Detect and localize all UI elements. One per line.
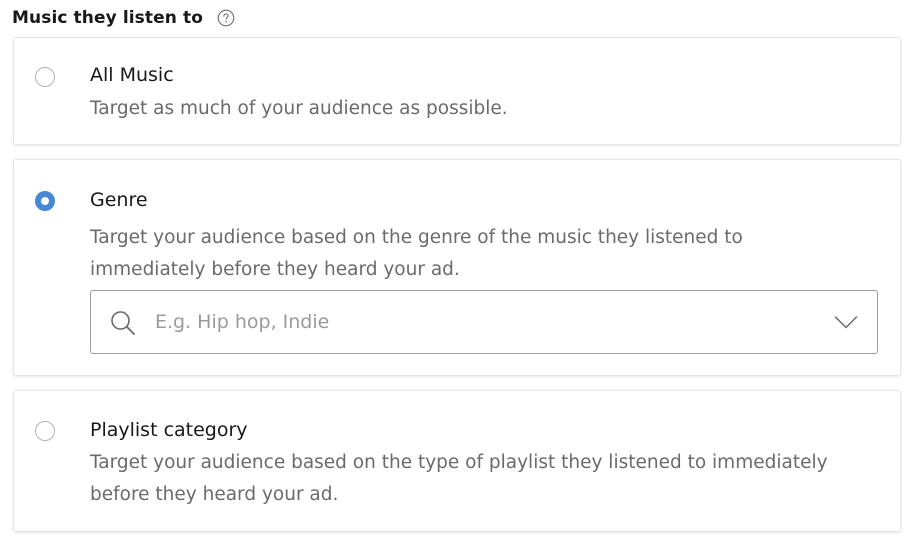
option-card-all-music[interactable]: All Music Target as much of your audienc… bbox=[13, 37, 901, 145]
description-line: immediately before they heard your ad. bbox=[90, 259, 460, 280]
radio-all-music[interactable] bbox=[35, 67, 55, 87]
genre-search-input[interactable] bbox=[155, 291, 805, 353]
radio-genre[interactable] bbox=[35, 191, 55, 211]
description-line: before they heard your ad. bbox=[90, 484, 339, 505]
radio-playlist-category[interactable] bbox=[35, 421, 55, 441]
search-icon bbox=[110, 310, 136, 336]
option-description-playlist-category: Target your audience based on the type o… bbox=[90, 447, 828, 511]
section-header: Music they listen to bbox=[12, 6, 235, 30]
option-description-genre: Target your audience based on the genre … bbox=[90, 222, 743, 286]
genre-select[interactable] bbox=[90, 290, 878, 354]
option-card-playlist-category[interactable]: Playlist category Target your audience b… bbox=[13, 390, 901, 532]
description-line: Target your audience based on the genre … bbox=[90, 227, 743, 248]
question-circle-icon[interactable] bbox=[217, 9, 235, 27]
option-title-playlist-category: Playlist category bbox=[90, 419, 248, 441]
option-description-all-music: Target as much of your audience as possi… bbox=[90, 93, 508, 125]
option-card-genre[interactable]: Genre Target your audience based on the … bbox=[13, 159, 901, 376]
description-line: Target your audience based on the type o… bbox=[90, 452, 828, 473]
option-title-all-music: All Music bbox=[90, 64, 174, 86]
description-line: Target as much of your audience as possi… bbox=[90, 98, 508, 119]
option-title-genre: Genre bbox=[90, 189, 148, 211]
chevron-down-icon[interactable] bbox=[834, 313, 858, 331]
section-title: Music they listen to bbox=[12, 8, 203, 28]
